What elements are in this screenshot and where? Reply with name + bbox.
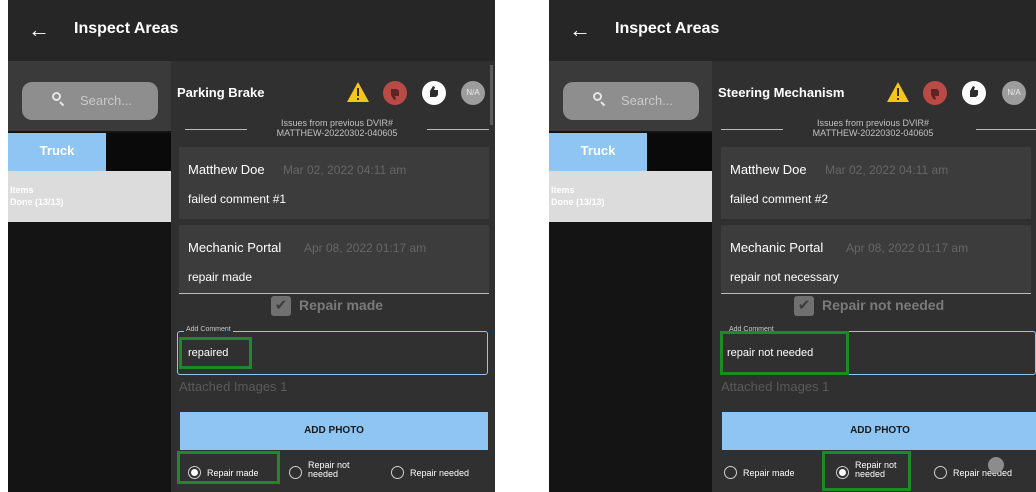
radio-label: Repair needed: [410, 468, 470, 478]
fail-button[interactable]: [383, 81, 407, 105]
page-title: Inspect Areas: [74, 20, 179, 37]
highlight-box: [177, 451, 280, 484]
comment-text: repair not necessary: [730, 270, 839, 284]
sidebar: Search... Truck Items Done (13/13): [8, 61, 171, 492]
search-input[interactable]: Search...: [563, 82, 699, 120]
radio-repair-needed[interactable]: Repair needed: [391, 461, 483, 487]
tab-truck[interactable]: Truck: [8, 133, 106, 171]
comment-author: Mechanic Portal: [188, 240, 282, 255]
sidebar-header: Search...: [549, 61, 712, 131]
comment-card: Mechanic Portal Apr 08, 2022 01:17 am re…: [179, 225, 489, 294]
tab-bar-fill: [106, 133, 171, 171]
na-button[interactable]: N/A: [461, 81, 485, 105]
repair-checkbox[interactable]: ✔: [271, 296, 291, 316]
radio-dot: [724, 466, 737, 479]
repair-checkbox[interactable]: ✔: [794, 296, 814, 316]
thumbs-up-icon: [430, 86, 438, 97]
comment-card: Mechanic Portal Apr 08, 2022 01:17 am re…: [721, 225, 1031, 294]
sidebar: Search... Truck Items Done (13/13): [549, 61, 712, 492]
radio-label: Repair not needed: [308, 460, 350, 479]
highlight-box: [720, 331, 849, 375]
sidebar-header: Search...: [8, 61, 171, 131]
tab-bar-fill: [647, 133, 712, 171]
sidebar-item-label: Items: [10, 185, 34, 195]
search-placeholder: Search...: [621, 93, 674, 108]
comment-date: Mar 02, 2022 04:11 am: [283, 163, 407, 177]
item-title: Steering Mechanism: [718, 85, 845, 100]
pass-button[interactable]: [422, 81, 446, 105]
touch-indicator: [988, 457, 1004, 473]
scrollbar[interactable]: [490, 65, 493, 125]
screenshot-left: ← Inspect Areas Search... Truck Items Do…: [8, 0, 495, 492]
add-comment-label: Add Comment: [184, 326, 233, 333]
highlight-box: [179, 337, 252, 369]
comment-author: Matthew Doe: [188, 162, 265, 177]
add-photo-button[interactable]: ADD PHOTO: [180, 412, 488, 450]
dvir-number: MATTHEW-20220302-040605: [812, 128, 934, 138]
thumbs-down-icon: [391, 89, 399, 100]
app-bar: ← Inspect Areas: [8, 0, 495, 61]
add-photo-button[interactable]: ADD PHOTO: [722, 412, 1036, 450]
radio-label: Repair needed: [953, 468, 1013, 478]
sidebar-item-items[interactable]: Items Done (13/13): [549, 171, 712, 222]
thumbs-down-icon: [931, 89, 939, 100]
thumbs-up-icon: [970, 86, 978, 97]
pass-button[interactable]: [962, 81, 986, 105]
radio-dot: [391, 466, 404, 479]
sidebar-item-status: Done (13/13): [10, 197, 64, 207]
back-arrow-icon[interactable]: ←: [569, 18, 593, 42]
radio-repair-needed[interactable]: Repair needed: [934, 461, 1026, 487]
radio-dot: [289, 466, 302, 479]
divider: [976, 129, 1036, 130]
issues-label: Issues from previous DVIR#: [280, 118, 394, 128]
divider: [427, 129, 489, 130]
comment-date: Apr 08, 2022 01:17 am: [304, 241, 427, 255]
item-title: Parking Brake: [177, 85, 265, 100]
comment-author: Matthew Doe: [730, 162, 807, 177]
sidebar-item-items[interactable]: Items Done (13/13): [8, 171, 171, 222]
inspection-content: Parking Brake N/A Issues from previous D…: [171, 61, 495, 492]
dvir-number: MATTHEW-20220302-040605: [276, 128, 398, 138]
screenshot-right: ← Inspect Areas Search... Truck Items Do…: [549, 0, 1036, 492]
attached-images-label: Attached Images 1: [179, 379, 288, 394]
search-input[interactable]: Search...: [22, 82, 158, 120]
comment-text: repair made: [188, 270, 253, 284]
comment-date: Apr 08, 2022 01:17 am: [846, 241, 969, 255]
comment-card: Matthew Doe Mar 02, 2022 04:11 am failed…: [721, 147, 1031, 219]
comment-author: Mechanic Portal: [730, 240, 824, 255]
page-title: Inspect Areas: [615, 20, 720, 37]
radio-label: Repair made: [743, 468, 795, 478]
radio-dot: [934, 466, 947, 479]
back-arrow-icon[interactable]: ←: [28, 18, 52, 42]
issues-header: Issues from previous DVIR# MATTHEW-20220…: [237, 118, 437, 138]
repair-checkbox-label: Repair not needed: [822, 297, 945, 313]
radio-repair-made[interactable]: Repair made: [724, 461, 812, 487]
na-button[interactable]: N/A: [1002, 81, 1026, 105]
sidebar-item-status: Done (13/13): [551, 197, 605, 207]
search-placeholder: Search...: [80, 93, 133, 108]
issues-header: Issues from previous DVIR# MATTHEW-20220…: [773, 118, 973, 138]
warning-icon: [887, 82, 909, 102]
comment-card: Matthew Doe Mar 02, 2022 04:11 am failed…: [179, 147, 489, 219]
inspection-content: Steering Mechanism N/A Issues from previ…: [712, 61, 1036, 492]
repair-checkbox-label: Repair made: [299, 297, 384, 313]
fail-button[interactable]: [923, 81, 947, 105]
app-bar: ← Inspect Areas: [549, 0, 1036, 61]
comment-date: Mar 02, 2022 04:11 am: [825, 163, 949, 177]
radio-repair-not-needed[interactable]: Repair not needed: [289, 461, 359, 487]
warning-icon: [347, 82, 369, 102]
comment-text: failed comment #1: [188, 192, 287, 206]
search-icon: [52, 92, 65, 107]
issues-label: Issues from previous DVIR#: [816, 118, 930, 128]
attached-images-label: Attached Images 1: [721, 379, 830, 394]
comment-text: failed comment #2: [730, 192, 829, 206]
tab-truck[interactable]: Truck: [549, 133, 647, 171]
sidebar-item-label: Items: [551, 185, 575, 195]
search-icon: [593, 92, 606, 107]
highlight-box: [822, 451, 911, 491]
